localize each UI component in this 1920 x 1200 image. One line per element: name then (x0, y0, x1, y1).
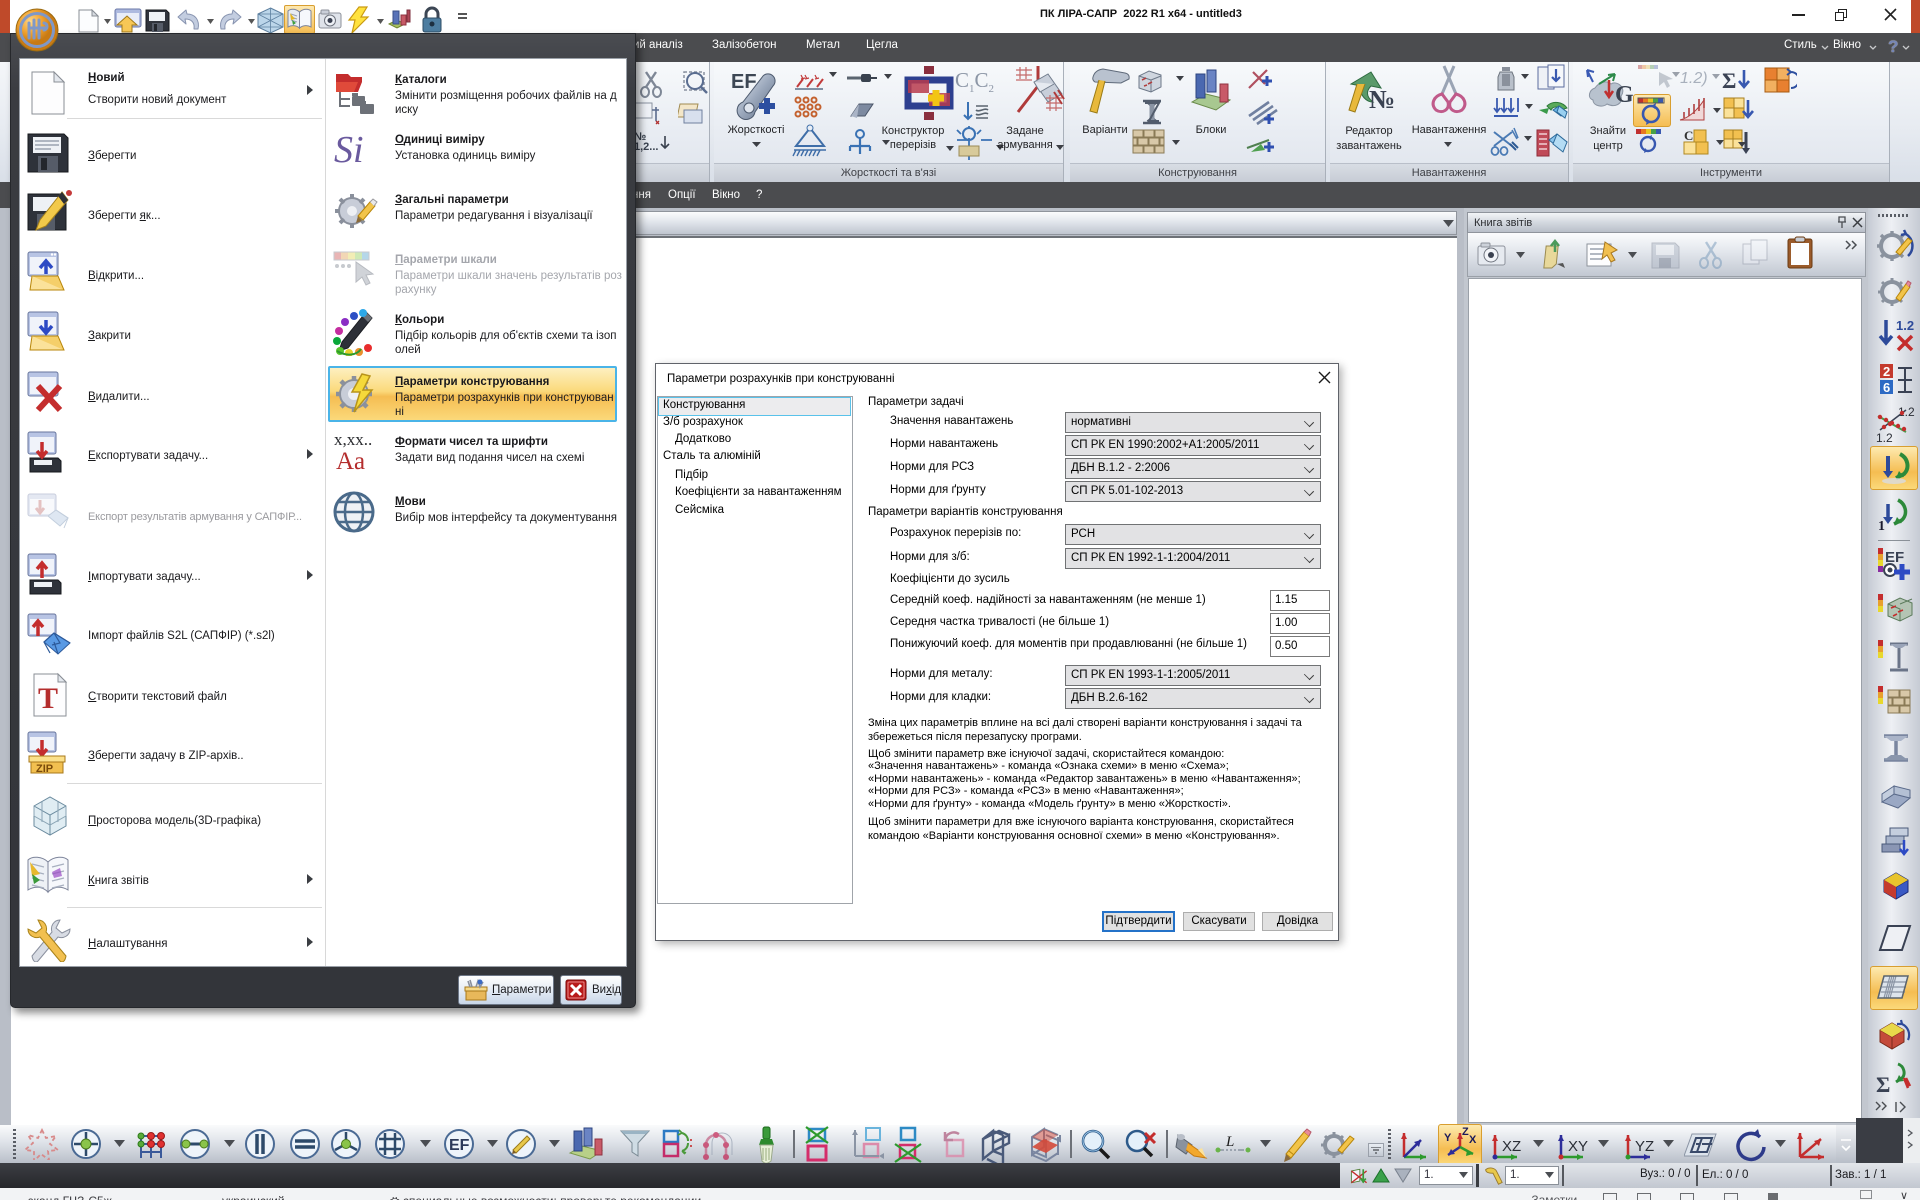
svg-text:L: L (1225, 1134, 1234, 1150)
svg-text:2: 2 (1883, 364, 1890, 379)
svg-text:ZIP: ZIP (36, 763, 53, 775)
svg-text:Σ: Σ (1876, 1072, 1890, 1097)
svg-text:EF: EF (449, 1137, 470, 1154)
svg-text:X: X (1469, 1134, 1477, 1146)
svg-text:Y: Y (1444, 1132, 1452, 1144)
svg-text:1.2: 1.2 (1876, 431, 1893, 444)
svg-text:XZ: XZ (1502, 1138, 1521, 1155)
svg-text:T: T (38, 682, 58, 715)
svg-text:C: C (1684, 128, 1693, 143)
svg-text:Z: Z (1462, 1127, 1469, 1138)
svg-text:YZ: YZ (1635, 1138, 1654, 1155)
svg-text:XY: XY (1568, 1138, 1588, 1155)
